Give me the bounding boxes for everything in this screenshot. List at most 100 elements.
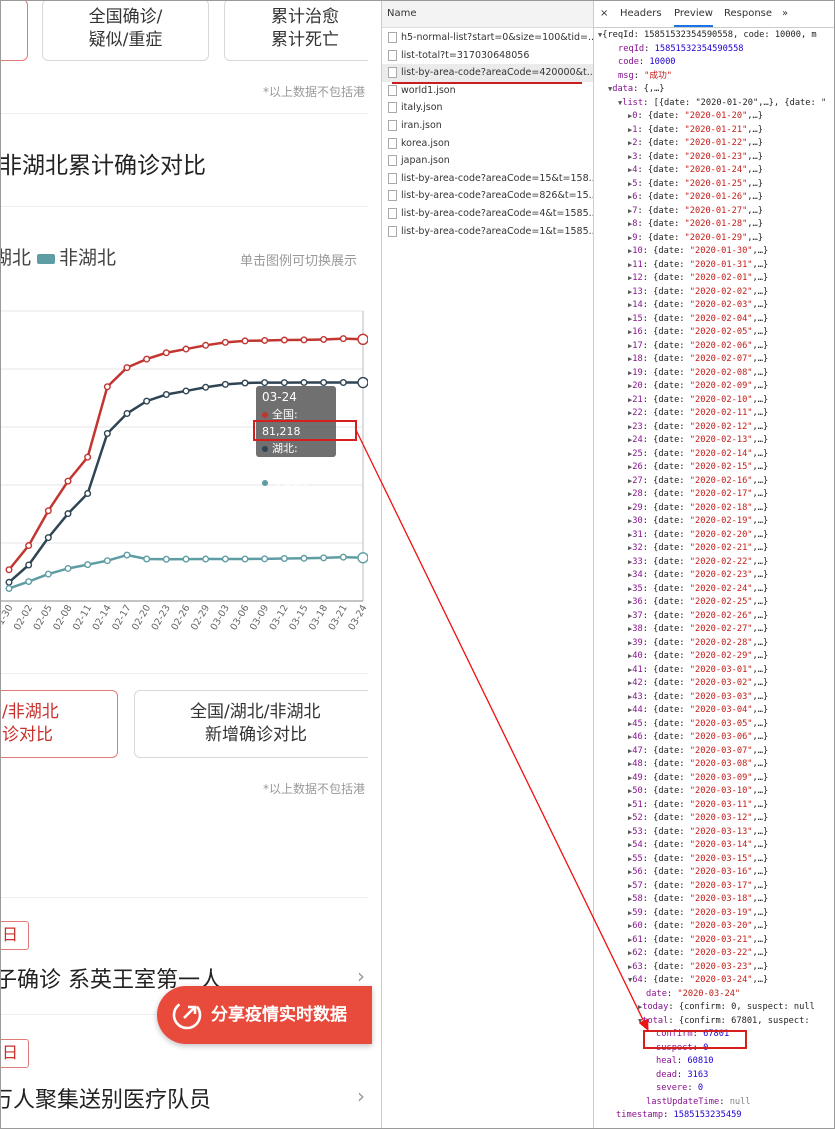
tooltip-date: 03-24	[262, 390, 297, 404]
json-total: ▼total: {confirm: 67801, suspect:	[638, 1015, 810, 1026]
section-title: 非湖北累计确诊对比	[1, 153, 206, 179]
non-hubei-compare-button[interactable]: /非湖北 诊对比	[1, 690, 118, 758]
tab-response[interactable]: Response	[724, 1, 772, 27]
data-point	[202, 341, 210, 349]
file-icon	[388, 137, 397, 149]
file-icon	[388, 172, 397, 184]
share-button[interactable]: 分享疫情实时数据	[157, 986, 372, 1044]
request-row[interactable]: list-total?t=317030648056	[382, 47, 593, 65]
json-today: ▶today: {confirm: 0, suspect: null	[638, 1002, 815, 1012]
json-list-item: ▶3: {date: "2020-01-23",…}	[628, 151, 763, 162]
request-row[interactable]: list-by-area-code?areaCode=826&t=15...	[382, 187, 593, 205]
top-button-prev[interactable]	[1, 1, 28, 61]
json-list-item: ▶35: {date: "2020-02-24",…}	[628, 583, 769, 594]
chevron-right-icon[interactable]: ›	[357, 964, 365, 988]
json-list: ▼list: [{date: "2020-01-20",…}, {date: "	[618, 97, 827, 108]
national-confirm-button[interactable]: 全国确诊/ 疑似/重症	[42, 1, 209, 61]
data-point	[300, 336, 308, 344]
json-list-item: ▶17: {date: "2020-02-06",…}	[628, 340, 769, 351]
data-point	[241, 337, 249, 345]
request-name: h5-normal-list?start=0&size=100&tid=...	[401, 32, 593, 43]
data-point	[103, 557, 111, 565]
request-row[interactable]: list-by-area-code?areaCode=4&t=1585...	[382, 205, 593, 223]
request-name: iran.json	[401, 119, 442, 131]
button-line: /非湖北	[2, 702, 59, 722]
tooltip-row-hubei: 湖北: 67,801	[262, 442, 301, 472]
data-point	[5, 578, 13, 586]
file-icon	[388, 32, 397, 43]
legend-hint: 单击图例可切换展示	[240, 254, 358, 269]
request-name: italy.json	[401, 102, 443, 114]
data-point	[182, 387, 190, 395]
button-line: 疑似/重症	[88, 30, 163, 50]
request-row[interactable]: world1.json	[382, 82, 593, 100]
data-point	[25, 542, 33, 550]
data-point	[44, 534, 52, 542]
json-list-item: ▶7: {date: "2020-01-27",…}	[628, 205, 763, 216]
data-point	[25, 561, 33, 569]
data-point	[339, 335, 347, 343]
highlight-box	[253, 420, 357, 441]
json-list-item: ▶25: {date: "2020-02-14",…}	[628, 448, 769, 459]
tooltip-row-non-hubei: 非湖北: 13,417	[262, 476, 309, 506]
json-list-item: ▶40: {date: "2020-02-29",…}	[628, 651, 769, 661]
data-point	[300, 379, 308, 387]
network-name-header[interactable]: Name	[382, 1, 593, 28]
data-point	[84, 453, 92, 461]
json-msg: msg: "成功"	[618, 70, 673, 81]
legend-non-hubei[interactable]: 非湖北	[59, 247, 116, 269]
button-line: 累计死亡	[271, 30, 339, 50]
request-row[interactable]: list-by-area-code?areaCode=15&t=158...	[382, 170, 593, 188]
request-list: h5-normal-list?start=0&size=100&tid=... l…	[382, 28, 593, 240]
data-point	[221, 555, 229, 563]
more-tabs-icon[interactable]: »	[782, 1, 788, 27]
request-row[interactable]: japan.json	[382, 152, 593, 170]
json-list-item: ▶27: {date: "2020-02-16",…}	[628, 475, 769, 486]
request-row[interactable]: iran.json	[382, 117, 593, 135]
data-point	[221, 380, 229, 388]
data-point	[5, 584, 13, 592]
data-point	[103, 383, 111, 391]
request-row[interactable]: korea.json	[382, 135, 593, 153]
share-label: 分享疫情实时数据	[211, 1005, 347, 1025]
request-name: japan.json	[401, 155, 450, 167]
new-confirm-compare-button[interactable]: 全国/湖北/非湖北 新增确诊对比	[134, 690, 368, 758]
data-point	[202, 383, 210, 391]
data-point	[84, 489, 92, 497]
data-point	[357, 333, 368, 345]
json-list-item: ▶2: {date: "2020-01-22",…}	[628, 138, 763, 148]
json-list-item: ▶21: {date: "2020-02-10",…}	[628, 394, 769, 405]
tab-headers[interactable]: Headers	[620, 1, 662, 27]
json-list-item: ▶32: {date: "2020-02-21",…}	[628, 543, 769, 553]
json-heal: heal: 60810	[656, 1056, 714, 1066]
request-row[interactable]: list-by-area-code?areaCode=1&t=1585...	[382, 223, 593, 241]
data-point	[241, 379, 249, 387]
close-icon[interactable]: ×	[600, 1, 608, 27]
json-list-item: ▶16: {date: "2020-02-05",…}	[628, 327, 769, 337]
data-point	[320, 335, 328, 343]
cured-dead-button[interactable]: 累计治愈 累计死亡	[224, 1, 368, 61]
request-row[interactable]: italy.json	[382, 99, 593, 117]
json-list-item: ▶18: {date: "2020-02-07",…}	[628, 354, 769, 364]
json-timestamp: timestamp: 1585153235459	[616, 1110, 742, 1120]
request-row[interactable]: h5-normal-list?start=0&size=100&tid=...	[382, 29, 593, 47]
share-icon	[172, 1000, 202, 1030]
button-line: 累计治愈	[271, 7, 339, 27]
request-row[interactable]: list-by-area-code?areaCode=420000&t...	[382, 64, 593, 82]
json-root: ▼{reqId: 15851532354590558, code: 10000,…	[598, 30, 817, 40]
chart-legend[interactable]: 湖北 非湖北	[1, 243, 116, 270]
button-line: 全国/湖北/非湖北	[190, 702, 321, 722]
data-point	[143, 397, 151, 405]
json-list-item: ▶45: {date: "2020-03-05",…}	[628, 718, 769, 729]
json-list-item: ▶26: {date: "2020-02-15",…}	[628, 462, 769, 472]
legend-hubei[interactable]: 湖北	[1, 247, 31, 269]
tab-preview[interactable]: Preview	[674, 1, 713, 27]
data-point	[25, 578, 33, 586]
data-point	[320, 379, 328, 387]
chevron-right-icon[interactable]: ›	[357, 1084, 365, 1108]
data-point	[44, 507, 52, 515]
request-name: korea.json	[401, 137, 450, 149]
data-point	[280, 379, 288, 387]
news-title[interactable]: 万人聚集送别医疗队员	[1, 1082, 211, 1114]
file-icon	[388, 190, 397, 202]
